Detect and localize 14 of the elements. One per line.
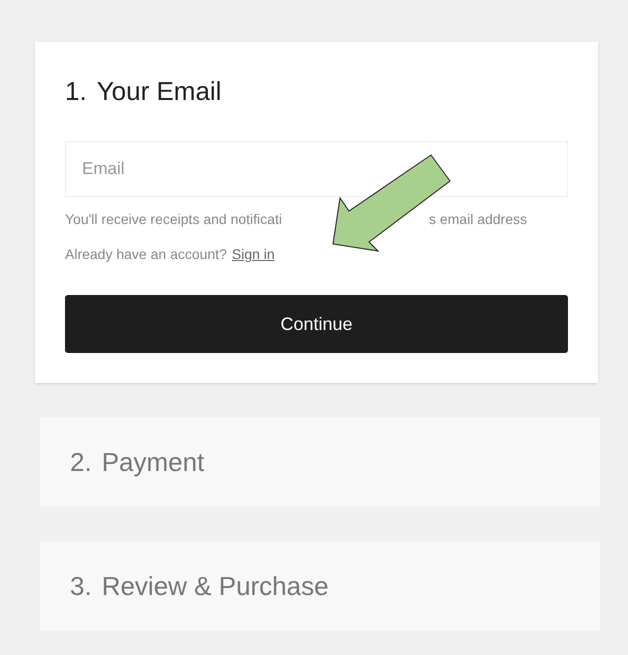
step-number: 3. bbox=[70, 570, 92, 602]
step-title: Your Email bbox=[96, 75, 222, 108]
hint-text: s email address bbox=[428, 210, 527, 229]
step-card[interactable]: 3. Review & Purchase bbox=[40, 541, 600, 631]
email-field[interactable]: Email bbox=[65, 141, 568, 197]
step-number: 2. bbox=[70, 446, 92, 478]
continue-button[interactable]: Continue bbox=[65, 295, 568, 353]
step-number: 1. bbox=[65, 75, 87, 108]
account-prompt: Already have an account? bbox=[65, 245, 227, 264]
step-title: Review & Purchase bbox=[102, 570, 329, 602]
hint-text: You'll receive receipts and notificati bbox=[65, 210, 282, 229]
step-title: Payment bbox=[102, 446, 204, 478]
sign-in-link[interactable]: Sign in bbox=[232, 244, 275, 265]
step-card[interactable]: 2. Payment bbox=[40, 417, 600, 507]
